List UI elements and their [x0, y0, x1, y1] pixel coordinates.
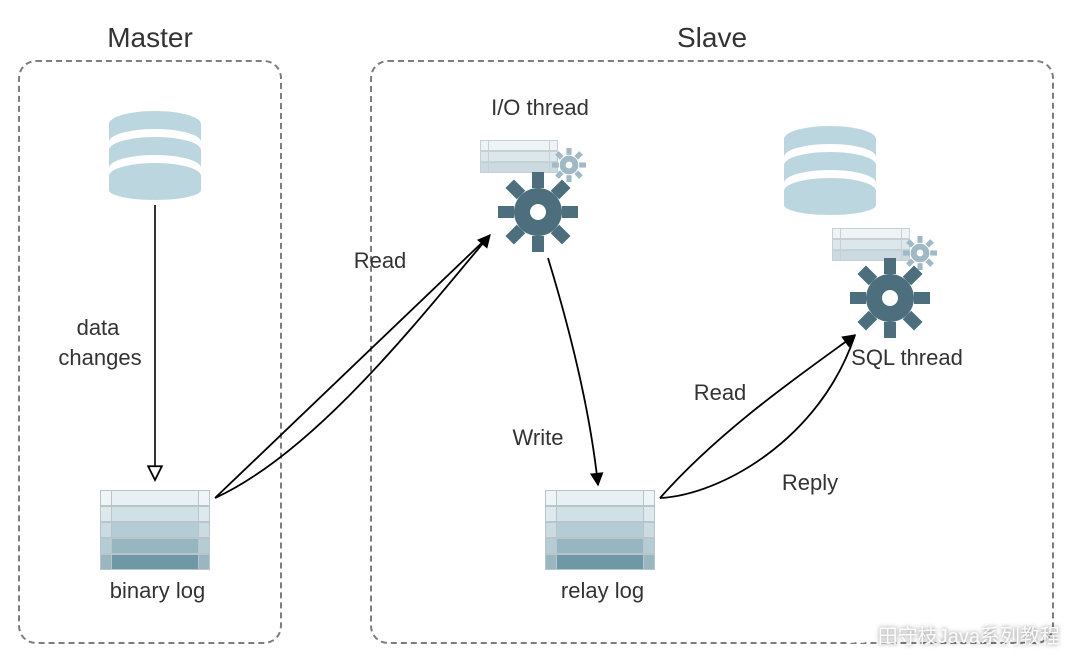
write-relay-label: Write — [498, 425, 578, 451]
relay-log-icon — [545, 490, 655, 570]
watermark: 田守枝Java系列教程 — [844, 620, 1060, 649]
io-thread-table-icon — [480, 140, 558, 173]
watermark-text: 田守枝Java系列教程 — [878, 620, 1060, 649]
data-changes-label-2: changes — [40, 345, 160, 371]
slave-title: Slave — [372, 22, 1052, 54]
sql-thread-gear-large-icon — [850, 258, 930, 338]
relay-log-label: relay log — [545, 578, 660, 604]
wechat-icon — [844, 624, 870, 646]
master-database-icon — [105, 110, 205, 200]
diagram-canvas: { "panels": { "master": { "title": "Mast… — [0, 0, 1080, 667]
master-title: Master — [20, 22, 280, 54]
io-thread-gear-large-icon — [498, 172, 578, 252]
read-binlog-label: Read — [340, 248, 420, 274]
io-thread-label: I/O thread — [475, 95, 605, 121]
sql-thread-table-icon — [832, 228, 910, 261]
sql-thread-label: SQL thread — [832, 345, 982, 371]
binary-log-label: binary log — [100, 578, 215, 604]
data-changes-label-1: data — [48, 315, 148, 341]
slave-database-icon — [780, 125, 880, 215]
binary-log-icon — [100, 490, 210, 570]
read-relay-label: Read — [680, 380, 760, 406]
reply-label: Reply — [770, 470, 850, 496]
